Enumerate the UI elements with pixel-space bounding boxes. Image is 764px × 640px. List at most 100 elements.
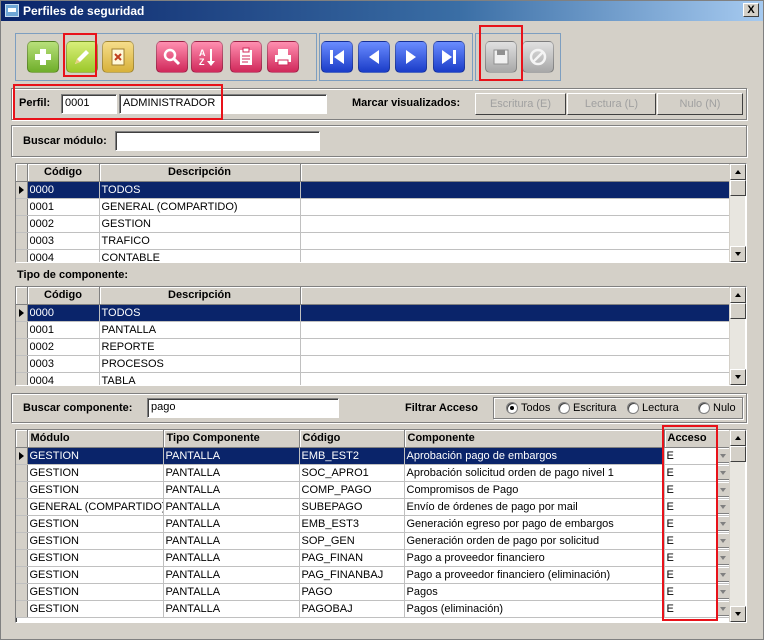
print-button[interactable] <box>267 41 299 73</box>
components-scrollbar[interactable] <box>729 430 746 622</box>
access-dropdown[interactable]: E <box>667 465 729 480</box>
access-dropdown[interactable]: E <box>667 448 729 463</box>
access-dropdown[interactable]: E <box>667 550 729 565</box>
scroll-up-button[interactable] <box>730 287 746 303</box>
acceso-header[interactable]: Acceso <box>664 430 731 448</box>
dropdown-arrow-icon[interactable] <box>715 533 729 548</box>
dropdown-arrow-icon[interactable] <box>715 601 729 616</box>
filter-lectura-radio[interactable]: Lectura <box>627 402 679 414</box>
dropdown-arrow-icon[interactable] <box>715 482 729 497</box>
access-cell[interactable]: E <box>664 600 731 618</box>
cell-filler <box>300 338 730 356</box>
access-dropdown[interactable]: E <box>667 601 729 616</box>
table-row[interactable]: 0000 TODOS <box>16 181 730 199</box>
close-button[interactable]: X <box>743 3 759 17</box>
delete-button[interactable] <box>102 41 134 73</box>
table-row[interactable]: 0004 CONTABLE <box>16 249 730 262</box>
table-row[interactable]: 0003 TRAFICO <box>16 232 730 250</box>
table-row[interactable]: GESTION PANTALLA PAGO Pagos E <box>16 583 731 601</box>
edit-button[interactable] <box>66 41 98 73</box>
mark-write-button[interactable]: Escritura (E) <box>475 93 566 115</box>
access-cell[interactable]: E <box>664 464 731 482</box>
access-dropdown[interactable]: E <box>667 584 729 599</box>
add-button[interactable] <box>27 41 59 73</box>
table-row[interactable]: GENERAL (COMPARTIDO) PANTALLA SUBEPAGO Enví… <box>16 498 731 516</box>
scroll-thumb[interactable] <box>730 303 746 319</box>
modulo-header[interactable]: Módulo <box>27 430 164 448</box>
access-dropdown[interactable]: E <box>667 499 729 514</box>
cell: EMB_EST3 <box>299 515 405 533</box>
table-row[interactable]: 0001 GENERAL (COMPARTIDO) <box>16 198 730 216</box>
modules-code-header[interactable]: Código <box>27 164 100 182</box>
table-row[interactable]: GESTION PANTALLA COMP_PAGO Compromisos de P… <box>16 481 731 499</box>
buscar-modulo-label: Buscar módulo: <box>23 135 107 147</box>
table-row[interactable]: GESTION PANTALLA SOP_GEN Generación orden d… <box>16 532 731 550</box>
modules-description-header[interactable]: Descripción <box>99 164 301 182</box>
codigo-header[interactable]: Código <box>299 430 405 448</box>
scroll-down-button[interactable] <box>730 369 746 385</box>
access-dropdown[interactable]: E <box>667 533 729 548</box>
access-cell[interactable]: E <box>664 532 731 550</box>
access-cell[interactable]: E <box>664 583 731 601</box>
access-cell[interactable]: E <box>664 447 731 465</box>
next-record-button[interactable] <box>395 41 427 73</box>
filter-escritura-radio[interactable]: Escritura <box>558 402 616 414</box>
table-row[interactable]: GESTION PANTALLA PAG_FINAN Pago a proveedor… <box>16 549 731 567</box>
access-cell[interactable]: E <box>664 549 731 567</box>
access-dropdown[interactable]: E <box>667 567 729 582</box>
componente-header[interactable]: Componente <box>404 430 665 448</box>
component-search-input[interactable]: pago <box>147 398 339 418</box>
types-scrollbar[interactable] <box>729 287 746 385</box>
dropdown-arrow-icon[interactable] <box>715 516 729 531</box>
report-button[interactable] <box>230 41 262 73</box>
modules-scrollbar[interactable] <box>729 164 746 262</box>
last-record-button[interactable] <box>433 41 465 73</box>
table-row[interactable]: 0001 PANTALLA <box>16 321 730 339</box>
table-row[interactable]: 0002 GESTION <box>16 215 730 233</box>
table-row[interactable]: GESTION PANTALLA EMB_EST3 Generación egreso… <box>16 515 731 533</box>
access-cell[interactable]: E <box>664 481 731 499</box>
types-description-header[interactable]: Descripción <box>99 287 301 305</box>
filter-todos-radio[interactable]: Todos <box>506 402 550 414</box>
dropdown-arrow-icon[interactable] <box>715 499 729 514</box>
table-row[interactable]: 0003 PROCESOS <box>16 355 730 373</box>
first-record-button[interactable] <box>321 41 353 73</box>
save-button[interactable] <box>485 41 517 73</box>
access-cell[interactable]: E <box>664 566 731 584</box>
dropdown-arrow-icon[interactable] <box>715 465 729 480</box>
module-search-input[interactable] <box>115 131 320 151</box>
cell: 0003 <box>27 355 100 373</box>
filter-nulo-radio[interactable]: Nulo <box>698 402 736 414</box>
scroll-down-button[interactable] <box>730 246 746 262</box>
tipo-componente-header[interactable]: Tipo Componente <box>163 430 300 448</box>
table-row[interactable]: GESTION PANTALLA SOC_APRO1 Aprobación solic… <box>16 464 731 482</box>
table-row[interactable]: 0000 TODOS <box>16 304 730 322</box>
scroll-up-button[interactable] <box>730 164 746 180</box>
table-row[interactable]: 0002 REPORTE <box>16 338 730 356</box>
dropdown-arrow-icon[interactable] <box>715 448 729 463</box>
scroll-down-button[interactable] <box>730 606 746 622</box>
access-cell[interactable]: E <box>664 498 731 516</box>
table-row[interactable]: GESTION PANTALLA EMB_EST2 Aprobación pago d… <box>16 447 731 465</box>
dropdown-arrow-icon[interactable] <box>715 584 729 599</box>
dropdown-arrow-icon[interactable] <box>715 567 729 582</box>
dropdown-arrow-icon[interactable] <box>715 550 729 565</box>
mark-null-button[interactable]: Nulo (N) <box>657 93 743 115</box>
table-row[interactable]: 0004 TABLA <box>16 372 730 385</box>
perfil-name-field[interactable]: ADMINISTRADOR <box>119 94 327 114</box>
sort-button[interactable]: AZ <box>191 41 223 73</box>
scroll-thumb[interactable] <box>730 180 746 196</box>
access-dropdown[interactable]: E <box>667 516 729 531</box>
previous-record-button[interactable] <box>358 41 390 73</box>
cancel-button[interactable] <box>522 41 554 73</box>
scroll-up-button[interactable] <box>730 430 746 446</box>
scroll-thumb[interactable] <box>730 446 746 462</box>
table-row[interactable]: GESTION PANTALLA PAGOBAJ Pagos (eliminación… <box>16 600 731 618</box>
mark-read-button[interactable]: Lectura (L) <box>567 93 656 115</box>
types-code-header[interactable]: Código <box>27 287 100 305</box>
perfil-code-field[interactable]: 0001 <box>61 94 117 114</box>
table-row[interactable]: GESTION PANTALLA PAG_FINANBAJ Pago a provee… <box>16 566 731 584</box>
search-button[interactable] <box>156 41 188 73</box>
access-cell[interactable]: E <box>664 515 731 533</box>
access-dropdown[interactable]: E <box>667 482 729 497</box>
